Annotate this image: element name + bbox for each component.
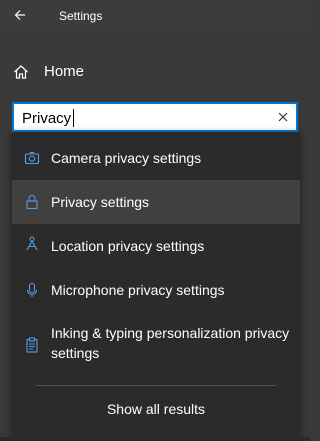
camera-icon — [24, 151, 40, 165]
back-button[interactable] — [6, 2, 34, 28]
lock-icon — [26, 195, 38, 210]
window-title: Settings — [59, 9, 103, 23]
result-label: Microphone privacy settings — [51, 282, 225, 298]
text-caret — [73, 109, 74, 127]
search-input[interactable] — [22, 108, 262, 128]
show-all-results-button[interactable]: Show all results — [12, 394, 300, 424]
microphone-icon — [26, 282, 38, 297]
search-box[interactable] — [12, 102, 298, 132]
clear-search-icon[interactable] — [276, 110, 290, 124]
location-person-icon — [26, 236, 38, 251]
home-icon — [14, 65, 28, 79]
bottom-edge — [0, 437, 310, 441]
result-label: Location privacy settings — [51, 238, 205, 254]
result-label: Privacy settings — [51, 194, 150, 210]
result-camera-privacy[interactable]: Camera privacy settings — [12, 136, 300, 180]
result-location-privacy[interactable]: Location privacy settings — [12, 224, 300, 268]
home-nav-item[interactable]: Home — [0, 56, 310, 88]
result-privacy-settings[interactable]: Privacy settings — [12, 180, 300, 224]
result-microphone-privacy[interactable]: Microphone privacy settings — [12, 268, 300, 312]
result-inking-typing-privacy[interactable]: Inking & typing personalization privacy … — [12, 312, 300, 378]
clipboard-icon — [26, 337, 38, 353]
search-suggestions: Camera privacy settings Privacy settings… — [12, 132, 300, 437]
divider — [36, 385, 276, 386]
result-label: Camera privacy settings — [51, 150, 202, 166]
result-label: Inking & typing personalization privacy … — [51, 325, 290, 361]
back-arrow-icon — [14, 10, 25, 20]
title-bar: Settings — [0, 0, 310, 32]
home-label: Home — [44, 63, 85, 80]
